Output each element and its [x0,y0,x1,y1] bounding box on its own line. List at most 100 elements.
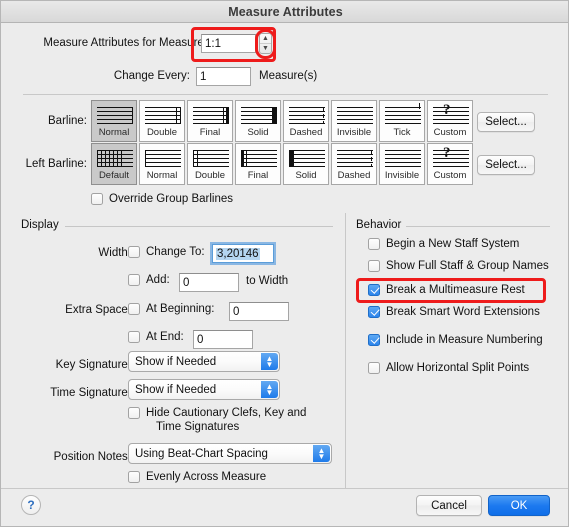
behavior-option-checkbox[interactable] [368,260,380,272]
behavior-option-row[interactable]: Begin a New Staff System [368,238,519,250]
barline-option-solid[interactable]: Solid [283,143,329,185]
change-to-value: 3,20146 [216,247,260,260]
behavior-option-checkbox[interactable] [368,238,380,250]
behavior-group-rule [406,226,550,227]
cancel-button[interactable]: Cancel [416,495,482,516]
measure-number-stepper[interactable]: ▲ ▼ [259,33,272,54]
barline-option-solid[interactable]: Solid [235,100,281,142]
behavior-option-row[interactable]: Break Smart Word Extensions [368,306,540,318]
change-every-input[interactable]: 1 [196,67,251,86]
behavior-option-label: Break Smart Word Extensions [386,306,540,318]
barline-option-invisible[interactable]: Invisible [331,100,377,142]
add-width-checkbox[interactable] [128,274,140,286]
barline-option-label: Tick [393,127,411,138]
behavior-option-checkbox[interactable] [368,334,380,346]
change-to-row[interactable]: Change To: [128,246,205,258]
behavior-option-row[interactable]: Show Full Staff & Group Names [368,260,549,272]
at-end-input[interactable]: 0 [193,330,253,349]
custom-barline-icon: ? [429,102,471,128]
chevron-down-icon[interactable]: ▼ [260,44,271,53]
change-to-input[interactable]: 3,20146 [212,244,274,263]
time-signature-select[interactable]: Show if Needed ▲ ▼ [128,379,280,400]
behavior-option-label: Include in Measure Numbering [386,334,543,346]
barline-label: Barline: [48,115,87,127]
ok-button-label: OK [510,499,528,512]
add-width-row[interactable]: Add: [128,274,170,286]
chevron-up-down-icon[interactable]: ▲ ▼ [261,381,278,398]
behavior-option-checkbox[interactable] [368,306,380,318]
change-to-checkbox[interactable] [128,246,140,258]
at-beginning-row[interactable]: At Beginning: [128,303,214,315]
barline-option-normal[interactable]: Normal [139,143,185,185]
behavior-option-checkbox[interactable] [368,362,380,374]
override-group-barlines-row[interactable]: Override Group Barlines [91,193,233,205]
time-signature-label: Time Signature: [50,387,131,399]
barline-option-tick[interactable]: Tick [379,100,425,142]
cancel-button-label: Cancel [431,499,467,512]
hide-cautionary-checkbox[interactable] [128,407,140,419]
at-end-checkbox[interactable] [128,331,140,343]
custom-barline-icon: ? [429,145,471,171]
barline-option-default[interactable]: Default [91,143,137,185]
at-beginning-checkbox[interactable] [128,303,140,315]
barline-option-dashed[interactable]: Dashed [331,143,377,185]
window-title: Measure Attributes [228,4,343,19]
help-button[interactable]: ? [21,495,41,515]
barline-option-label: Double [194,170,226,181]
barline-option-final[interactable]: Final [187,100,233,142]
lnormal-barline-icon [141,145,183,171]
double-barline-icon [141,102,183,128]
chevron-up-icon[interactable]: ▲ [260,34,271,44]
evenly-across-measure-row[interactable]: Evenly Across Measure [128,471,266,483]
barline-option-double[interactable]: Double [187,143,233,185]
barline-option-label: Double [146,127,178,138]
behavior-option-label: Allow Horizontal Split Points [386,362,530,374]
display-group-rule [65,226,333,227]
barline-option-double[interactable]: Double [139,100,185,142]
behavior-option-row[interactable]: Break a Multimeasure Rest [368,284,525,296]
hide-cautionary-row[interactable]: Hide Cautionary Clefs, Key and Time Sign… [128,406,306,434]
hide-cautionary-label-line1: Hide Cautionary Clefs, Key and [146,407,307,419]
default-barline-icon [93,145,135,171]
barline-option-label: Invisible [336,127,372,138]
measure-number-input[interactable]: 1:1 [201,34,256,53]
barline-option-label: Normal [146,170,178,181]
left-barline-options[interactable]: Default Normal Double Final Solid Dashed Invis… [91,143,473,185]
invisible-barline-icon [381,145,423,171]
titlebar: Measure Attributes [1,1,568,23]
barline-select-button[interactable]: Select... [477,112,535,132]
barline-option-final[interactable]: Final [235,143,281,185]
barline-option-dashed[interactable]: Dashed [283,100,329,142]
barline-option-normal[interactable]: Normal [91,100,137,142]
ldouble-barline-icon [189,145,231,171]
change-to-label: Change To: [146,246,205,258]
barline-select-label: Select... [485,116,527,128]
behavior-option-row[interactable]: Include in Measure Numbering [368,334,543,346]
extra-space-label: Extra Space: [65,304,131,316]
top-divider [23,94,548,95]
barline-options[interactable]: Normal Double Final Solid Dashed Invisible Tic… [91,100,473,142]
add-width-input[interactable]: 0 [179,273,239,292]
hide-cautionary-label-line2: Time Signatures [156,421,240,433]
override-group-barlines-checkbox[interactable] [91,193,103,205]
barline-option-label: Custom [433,127,467,138]
key-signature-select[interactable]: Show if Needed ▲ ▼ [128,351,280,372]
position-notes-select[interactable]: Using Beat-Chart Spacing ▲ ▼ [128,443,332,464]
barline-option-custom[interactable]: ? Custom [427,143,473,185]
left-barline-select-button[interactable]: Select... [477,155,535,175]
barline-option-custom[interactable]: ? Custom [427,100,473,142]
tick-barline-icon [381,102,423,128]
ok-button[interactable]: OK [488,495,550,516]
chevron-up-down-icon[interactable]: ▲ ▼ [313,445,330,462]
evenly-across-measure-checkbox[interactable] [128,471,140,483]
barline-option-label: Custom [433,170,467,181]
behavior-option-checkbox[interactable] [368,284,380,296]
chevron-up-down-icon[interactable]: ▲ ▼ [261,353,278,370]
behavior-option-label: Show Full Staff & Group Names [386,260,549,272]
barline-option-label: Solid [247,127,269,138]
behavior-option-row[interactable]: Allow Horizontal Split Points [368,362,529,374]
barline-option-invisible[interactable]: Invisible [379,143,425,185]
at-end-row[interactable]: At End: [128,331,184,343]
at-beginning-input[interactable]: 0 [229,302,289,321]
evenly-across-measure-label: Evenly Across Measure [146,471,267,483]
